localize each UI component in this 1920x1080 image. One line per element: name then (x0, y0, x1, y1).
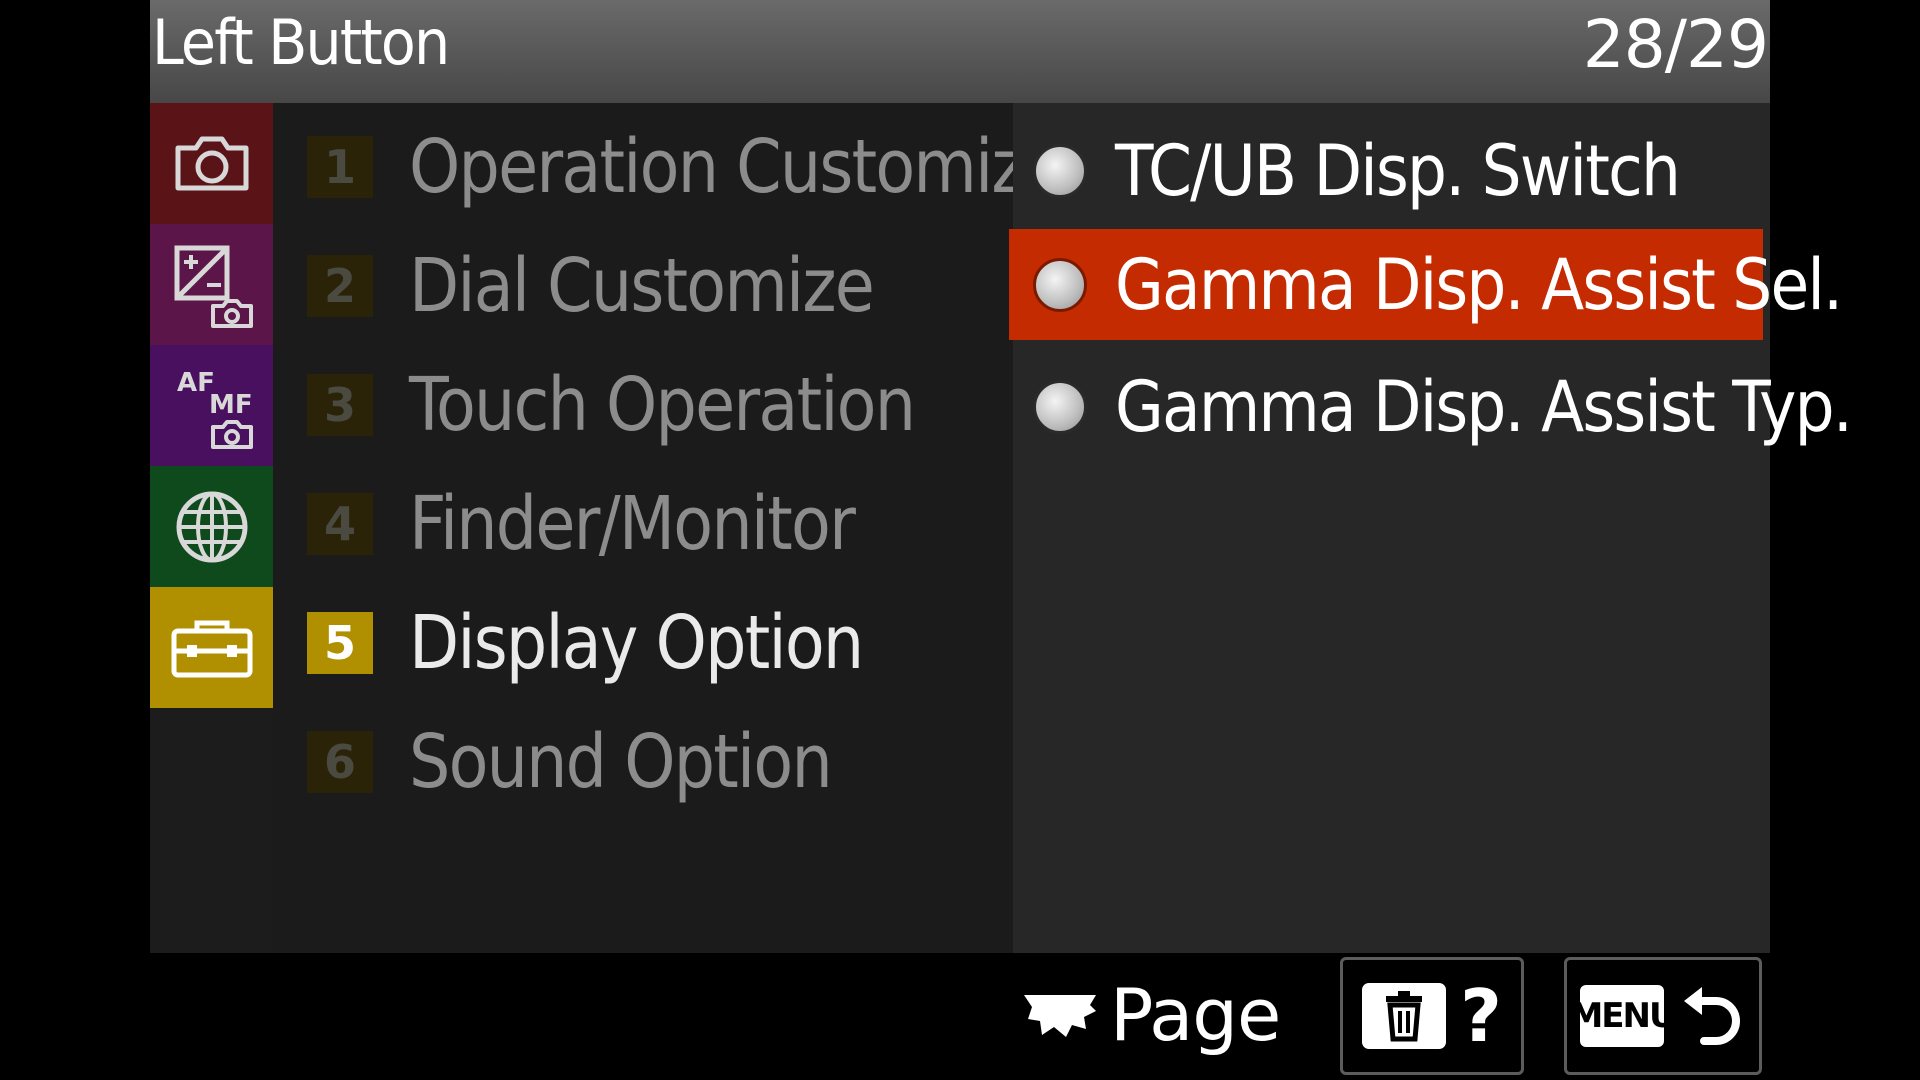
category-operation-customize[interactable]: 1 Operation Customize (273, 107, 1064, 226)
tab-network[interactable] (150, 466, 273, 587)
option-label: Gamma Disp. Assist Sel. (1115, 243, 1843, 326)
toolbox-icon (171, 620, 252, 677)
category-display-option[interactable]: 5 Display Option (273, 583, 1013, 702)
category-label: Display Option (409, 599, 864, 686)
category-touch-operation[interactable]: 3 Touch Operation (273, 345, 1013, 464)
page-title: Left Button (152, 6, 450, 79)
page-control-hint[interactable]: Page (1020, 970, 1281, 1060)
category-number-badge: 1 (307, 135, 373, 198)
category-label: Dial Customize (409, 242, 875, 329)
category-sound-option[interactable]: 6 Sound Option (273, 702, 1013, 821)
radio-icon (1033, 257, 1087, 312)
svg-text:MF: MF (209, 390, 253, 420)
category-number-badge: 5 (307, 611, 373, 674)
category-label: Operation Customize (409, 123, 1064, 210)
camera-icon (175, 136, 248, 190)
category-label: Finder/Monitor (409, 480, 856, 567)
option-gamma-disp-assist-typ[interactable]: Gamma Disp. Assist Typ. (1013, 351, 1853, 462)
af-mf-camera-icon: AF MF (177, 368, 253, 449)
radio-icon (1033, 143, 1087, 198)
page-indicator: 28/29 (1582, 6, 1769, 83)
category-label: Touch Operation (409, 361, 916, 448)
menu-header: Left Button 28/29 (150, 0, 1770, 103)
tab-exposure-color[interactable] (150, 224, 273, 345)
tab-shooting[interactable] (150, 103, 273, 224)
category-number-badge: 2 (307, 254, 373, 317)
trash-icon (1362, 983, 1447, 1049)
camera-menu-screen: Left Button 28/29 AF MF 1 Operation Cust… (150, 0, 1853, 1080)
option-gamma-disp-assist-sel[interactable]: Gamma Disp. Assist Sel. (1009, 229, 1843, 340)
category-number-badge: 6 (307, 730, 373, 793)
tab-setup[interactable] (150, 587, 273, 708)
radio-icon (1033, 379, 1087, 434)
category-list: 1 Operation Customize 2 Dial Customize 3… (273, 103, 1064, 953)
category-dial-customize[interactable]: 2 Dial Customize (273, 226, 1013, 345)
menu-key-label: MENU (1569, 985, 1677, 1047)
option-tc-ub-disp-switch[interactable]: TC/UB Disp. Switch (1013, 115, 1770, 226)
option-label: TC/UB Disp. Switch (1115, 129, 1681, 212)
help-button[interactable]: ? (1340, 957, 1524, 1075)
category-number-badge: 3 (307, 373, 373, 436)
page-label: Page (1110, 973, 1281, 1057)
option-list: TC/UB Disp. Switch Gamma Disp. Assist Se… (1009, 103, 1853, 953)
help-question-mark: ? (1460, 974, 1502, 1058)
option-label: Gamma Disp. Assist Typ. (1115, 365, 1853, 448)
control-wheel-icon (1024, 995, 1096, 1037)
network-globe-icon (176, 491, 247, 562)
category-number-badge: 4 (307, 492, 373, 555)
category-label: Sound Option (409, 718, 833, 805)
category-finder-monitor[interactable]: 4 Finder/Monitor (273, 464, 1013, 583)
return-arrow-icon (1684, 987, 1740, 1045)
exposure-camera-icon (174, 245, 253, 328)
menu-tab-column: AF MF (150, 103, 273, 953)
menu-back-button[interactable]: MENU (1564, 957, 1762, 1075)
tab-focus[interactable]: AF MF (150, 345, 273, 466)
